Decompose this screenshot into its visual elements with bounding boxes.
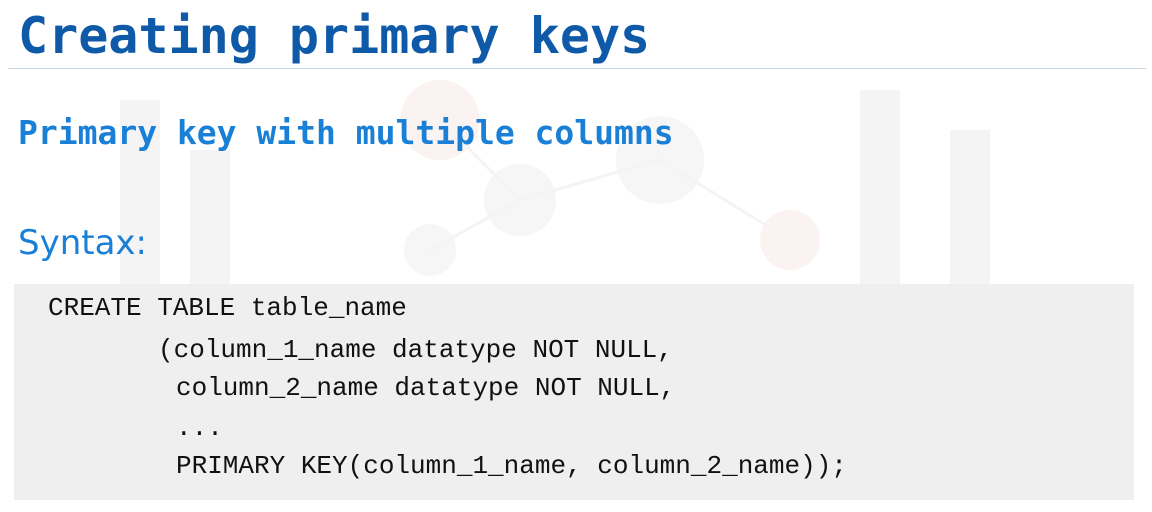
title-divider — [8, 68, 1146, 69]
code-line-ellipsis: ... — [176, 413, 223, 443]
slide-subtitle: Primary key with multiple columns — [18, 113, 674, 152]
syntax-label: Syntax: — [18, 223, 147, 263]
slide-title: Creating primary keys — [18, 7, 651, 65]
code-line-create-table: CREATE TABLE table_name — [48, 293, 407, 323]
slide: Creating primary keys Primary key with m… — [0, 0, 1152, 512]
code-line-primary-key: PRIMARY KEY(column_1_name, column_2_name… — [176, 451, 847, 481]
code-block: CREATE TABLE table_name (column_1_name d… — [14, 284, 1134, 500]
code-line-column-1: (column_1_name datatype NOT NULL, — [158, 335, 673, 365]
code-line-column-2: column_2_name datatype NOT NULL, — [176, 373, 676, 403]
